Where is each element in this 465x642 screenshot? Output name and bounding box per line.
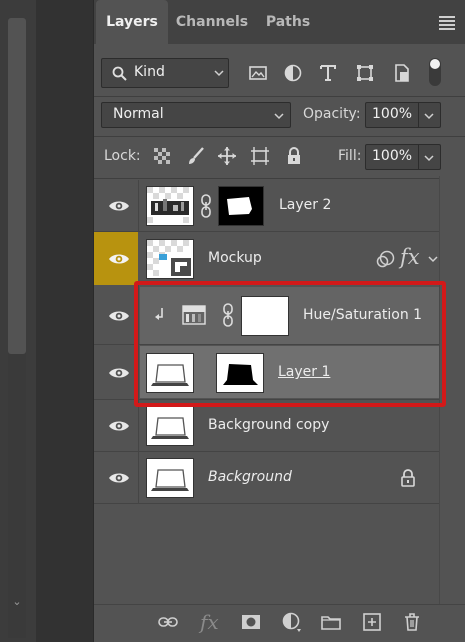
layer-name[interactable]: Background copy <box>208 417 329 433</box>
chevron-down-icon[interactable] <box>428 256 438 263</box>
fill-input[interactable]: 100% <box>365 144 441 170</box>
layer-thumbnail[interactable] <box>146 239 194 279</box>
lock-position-icon[interactable] <box>217 146 237 166</box>
laptop-thumbnail-image <box>151 417 189 439</box>
divider <box>94 136 465 137</box>
layer-name[interactable]: Background <box>208 469 292 485</box>
eye-icon[interactable] <box>108 366 130 380</box>
type-layer-filter-icon[interactable] <box>318 63 338 83</box>
eye-icon[interactable] <box>108 419 130 433</box>
canvas-gutter <box>36 0 94 642</box>
laptop-thumbnail-image <box>151 469 189 491</box>
chevron-down-icon <box>424 155 434 162</box>
new-layer-icon[interactable] <box>362 612 382 632</box>
eye-icon[interactable] <box>108 309 130 323</box>
tab-layers[interactable]: Layers <box>96 0 168 44</box>
chevron-down-icon[interactable]: ⌄ <box>9 594 25 610</box>
trash-icon[interactable] <box>402 612 422 632</box>
panel-menu-icon[interactable] <box>439 16 455 30</box>
divider <box>94 96 465 97</box>
layer-row-background[interactable]: Background <box>94 452 439 504</box>
lock-label: Lock: <box>104 148 141 164</box>
opacity-input[interactable]: 100% <box>365 102 441 128</box>
link-layers-icon[interactable] <box>158 612 178 632</box>
layer-mask-thumbnail[interactable] <box>218 186 264 226</box>
chevron-down-icon <box>214 70 224 77</box>
tab-channels[interactable]: Channels <box>168 0 256 44</box>
divider <box>418 145 419 169</box>
layer-thumbnail[interactable] <box>146 406 194 446</box>
opacity-label: Opacity: <box>303 106 361 122</box>
filter-kind-label: Kind <box>134 64 165 80</box>
smart-object-thumbnail-image <box>147 240 191 276</box>
fill-label: Fill: <box>338 148 362 164</box>
search-icon <box>112 66 127 81</box>
layer-name[interactable]: Mockup <box>208 250 262 266</box>
lock-transparent-pixels-icon[interactable] <box>152 146 172 166</box>
chevron-down-icon <box>274 113 284 120</box>
eye-icon[interactable] <box>108 252 130 266</box>
eye-icon[interactable] <box>108 199 130 213</box>
adjustment-layer-filter-icon[interactable] <box>283 63 303 83</box>
lock-icon[interactable] <box>400 469 416 487</box>
tab-paths[interactable]: Paths <box>256 0 320 44</box>
divider <box>418 103 419 127</box>
new-adjustment-layer-icon[interactable] <box>282 612 302 632</box>
layer-row-layer-2[interactable]: Layer 2 <box>94 180 439 232</box>
divider <box>138 180 139 232</box>
lock-artboard-icon[interactable] <box>250 146 270 166</box>
layer-thumbnail[interactable] <box>146 458 194 498</box>
smart-object-filter-icon[interactable] <box>392 63 412 83</box>
layer-row-background-copy[interactable]: Background copy <box>94 400 439 452</box>
shape-layer-filter-icon[interactable] <box>355 63 375 83</box>
layer-name[interactable]: Layer 2 <box>279 197 331 213</box>
filter-toggle-switch[interactable] <box>429 58 441 86</box>
lock-all-icon[interactable] <box>284 146 304 166</box>
layer-thumbnail-image <box>147 187 189 223</box>
divider <box>94 178 465 179</box>
highlight-box <box>134 281 446 407</box>
chevron-down-icon <box>424 113 434 120</box>
left-scrollbar-thumb[interactable] <box>8 18 26 354</box>
blend-mode-value: Normal <box>113 106 164 122</box>
divider <box>138 400 139 452</box>
divider <box>138 452 139 504</box>
lock-image-pixels-icon[interactable] <box>186 146 206 166</box>
layer-mask-image <box>227 197 252 215</box>
layer-style-fx-icon[interactable]: fx <box>400 245 420 269</box>
filter-toggle-knob <box>430 59 440 69</box>
filter-kind-select[interactable]: Kind <box>101 58 229 88</box>
pixel-layer-filter-icon[interactable] <box>248 63 268 83</box>
opacity-value: 100% <box>372 106 413 122</box>
blend-mode-select[interactable]: Normal <box>101 102 291 128</box>
link-icon[interactable] <box>200 194 212 218</box>
eye-icon[interactable] <box>108 471 130 485</box>
add-mask-icon[interactable] <box>241 612 261 632</box>
layer-row-mockup[interactable]: Mockup fx <box>94 232 439 285</box>
layer-thumbnail[interactable] <box>146 186 194 226</box>
smart-filter-icon[interactable] <box>376 250 396 268</box>
add-layer-style-icon[interactable]: fx <box>200 610 219 634</box>
new-group-folder-icon[interactable] <box>321 612 341 632</box>
fill-value: 100% <box>372 148 413 164</box>
